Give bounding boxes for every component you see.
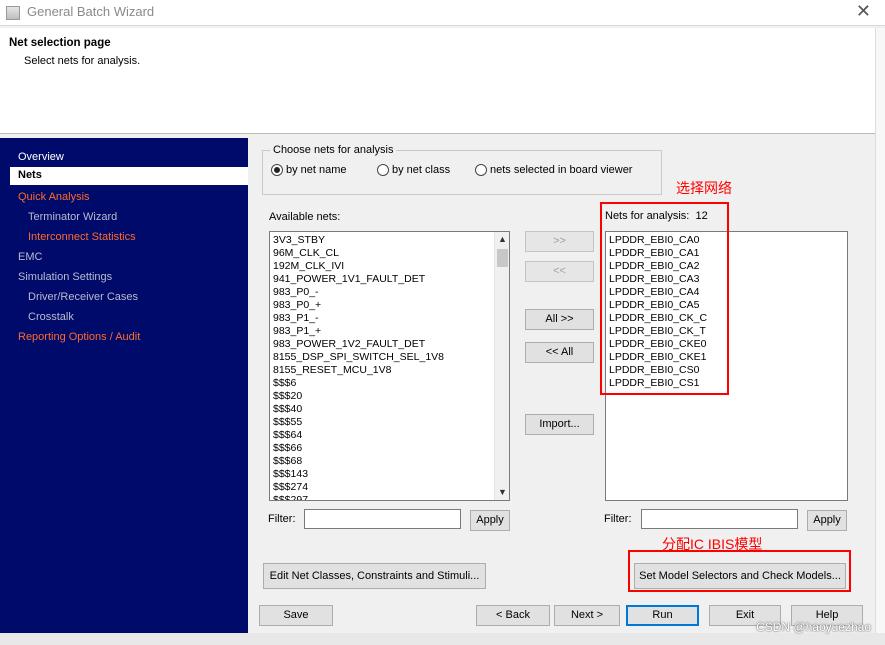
list-item[interactable]: 983_P0_- xyxy=(270,286,509,299)
list-item[interactable]: 3V3_STBY xyxy=(270,234,509,247)
back-button[interactable]: < Back xyxy=(476,605,550,626)
available-filter-input[interactable] xyxy=(304,509,461,529)
list-item[interactable]: 8155_RESET_MCU_1V8 xyxy=(270,364,509,377)
list-item[interactable]: $$$274 xyxy=(270,481,509,494)
sidebar-item-crosstalk[interactable]: Crosstalk xyxy=(28,311,74,323)
list-item[interactable]: $$$66 xyxy=(270,442,509,455)
sidebar-item-quick-analysis[interactable]: Quick Analysis xyxy=(18,191,90,203)
add-all-button[interactable]: All >> xyxy=(525,309,594,330)
page-subtitle: Select nets for analysis. xyxy=(24,55,141,67)
radio-by-net-class[interactable]: by net class xyxy=(377,164,450,176)
close-icon[interactable]: ✕ xyxy=(856,1,871,22)
radio-label: by net name xyxy=(286,164,347,176)
selected-filter-input[interactable] xyxy=(641,509,798,529)
list-item[interactable]: 8155_DSP_SPI_SWITCH_SEL_1V8 xyxy=(270,351,509,364)
radio-label: by net class xyxy=(392,164,451,176)
assign-ibis-annotation: 分配IC IBIS模型 xyxy=(662,536,763,552)
available-nets-list[interactable]: 3V3_STBY 96M_CLK_CL 192M_CLK_IVI 941_POWER_… xyxy=(269,231,510,501)
list-item[interactable]: 192M_CLK_IVI xyxy=(270,260,509,273)
scroll-up-icon[interactable]: ▲ xyxy=(495,232,509,247)
scroll-thumb[interactable] xyxy=(497,249,508,267)
bottom-strip xyxy=(0,633,885,645)
list-item[interactable]: 983_P1_- xyxy=(270,312,509,325)
sidebar-item-nets-label: Nets xyxy=(18,169,42,181)
radio-icon xyxy=(377,164,389,176)
available-items: 3V3_STBY 96M_CLK_CL 192M_CLK_IVI 941_POWER_… xyxy=(270,232,509,500)
page-title: Net selection page xyxy=(9,37,111,49)
available-apply-button[interactable]: Apply xyxy=(470,510,510,531)
choose-nets-legend: Choose nets for analysis xyxy=(270,144,397,156)
nets-highlight-box xyxy=(600,202,729,395)
title-bar: General Batch Wizard ✕ xyxy=(0,0,885,26)
select-nets-annotation: 选择网络 xyxy=(676,180,732,196)
selected-filter-label: Filter: xyxy=(604,513,632,525)
window-edge-scrollbar xyxy=(875,28,885,638)
sidebar-item-emc[interactable]: EMC xyxy=(18,251,42,263)
import-button[interactable]: Import... xyxy=(525,414,594,435)
sidebar-item-terminator-wizard[interactable]: Terminator Wizard xyxy=(28,211,117,223)
selected-apply-button[interactable]: Apply xyxy=(807,510,847,531)
list-item[interactable]: 983_P0_+ xyxy=(270,299,509,312)
model-highlight-box xyxy=(628,550,851,592)
available-filter-label: Filter: xyxy=(268,513,296,525)
sidebar-item-nets[interactable]: Nets xyxy=(10,167,248,185)
sidebar-item-driver-receiver-cases[interactable]: Driver/Receiver Cases xyxy=(28,291,138,303)
next-button[interactable]: Next > xyxy=(554,605,620,626)
list-item[interactable]: $$$6 xyxy=(270,377,509,390)
run-button[interactable]: Run xyxy=(626,605,699,626)
list-item[interactable]: $$$64 xyxy=(270,429,509,442)
list-item[interactable]: $$$68 xyxy=(270,455,509,468)
list-item[interactable]: $$$20 xyxy=(270,390,509,403)
edit-net-classes-button[interactable]: Edit Net Classes, Constraints and Stimul… xyxy=(263,563,486,589)
available-scrollbar[interactable]: ▲ ▼ xyxy=(494,232,509,500)
sidebar-item-simulation-settings[interactable]: Simulation Settings xyxy=(18,271,112,283)
choose-nets-group: Choose nets for analysis by net name by … xyxy=(262,144,662,195)
list-item[interactable]: 96M_CLK_CL xyxy=(270,247,509,260)
radio-by-net-name[interactable]: by net name xyxy=(271,164,347,176)
add-net-button[interactable]: >> xyxy=(525,231,594,252)
list-item[interactable]: 983_POWER_1V2_FAULT_DET xyxy=(270,338,509,351)
list-item[interactable]: 941_POWER_1V1_FAULT_DET xyxy=(270,273,509,286)
sidebar-item-overview[interactable]: Overview xyxy=(18,151,64,163)
window-title: General Batch Wizard xyxy=(27,4,155,19)
list-item[interactable]: $$$40 xyxy=(270,403,509,416)
save-button[interactable]: Save xyxy=(259,605,333,626)
list-item[interactable]: 983_P1_+ xyxy=(270,325,509,338)
sidebar-item-interconnect-statistics[interactable]: Interconnect Statistics xyxy=(28,231,136,243)
scroll-down-icon[interactable]: ▼ xyxy=(495,485,509,500)
radio-selected-icon xyxy=(271,164,283,176)
radio-board-viewer[interactable]: nets selected in board viewer xyxy=(475,164,632,176)
list-item[interactable]: $$$143 xyxy=(270,468,509,481)
remove-all-button[interactable]: << All xyxy=(525,342,594,363)
remove-net-button[interactable]: << xyxy=(525,261,594,282)
sidebar-item-reporting-options[interactable]: Reporting Options / Audit xyxy=(18,331,140,343)
available-nets-label: Available nets: xyxy=(269,211,341,223)
list-item[interactable]: $$$55 xyxy=(270,416,509,429)
list-item[interactable]: $$$297 xyxy=(270,494,509,500)
radio-label: nets selected in board viewer xyxy=(490,164,633,176)
app-icon xyxy=(6,6,20,20)
watermark: CSDN @haoyuezhao xyxy=(756,620,871,634)
radio-icon xyxy=(475,164,487,176)
wizard-header: Net selection page Select nets for analy… xyxy=(0,28,875,134)
